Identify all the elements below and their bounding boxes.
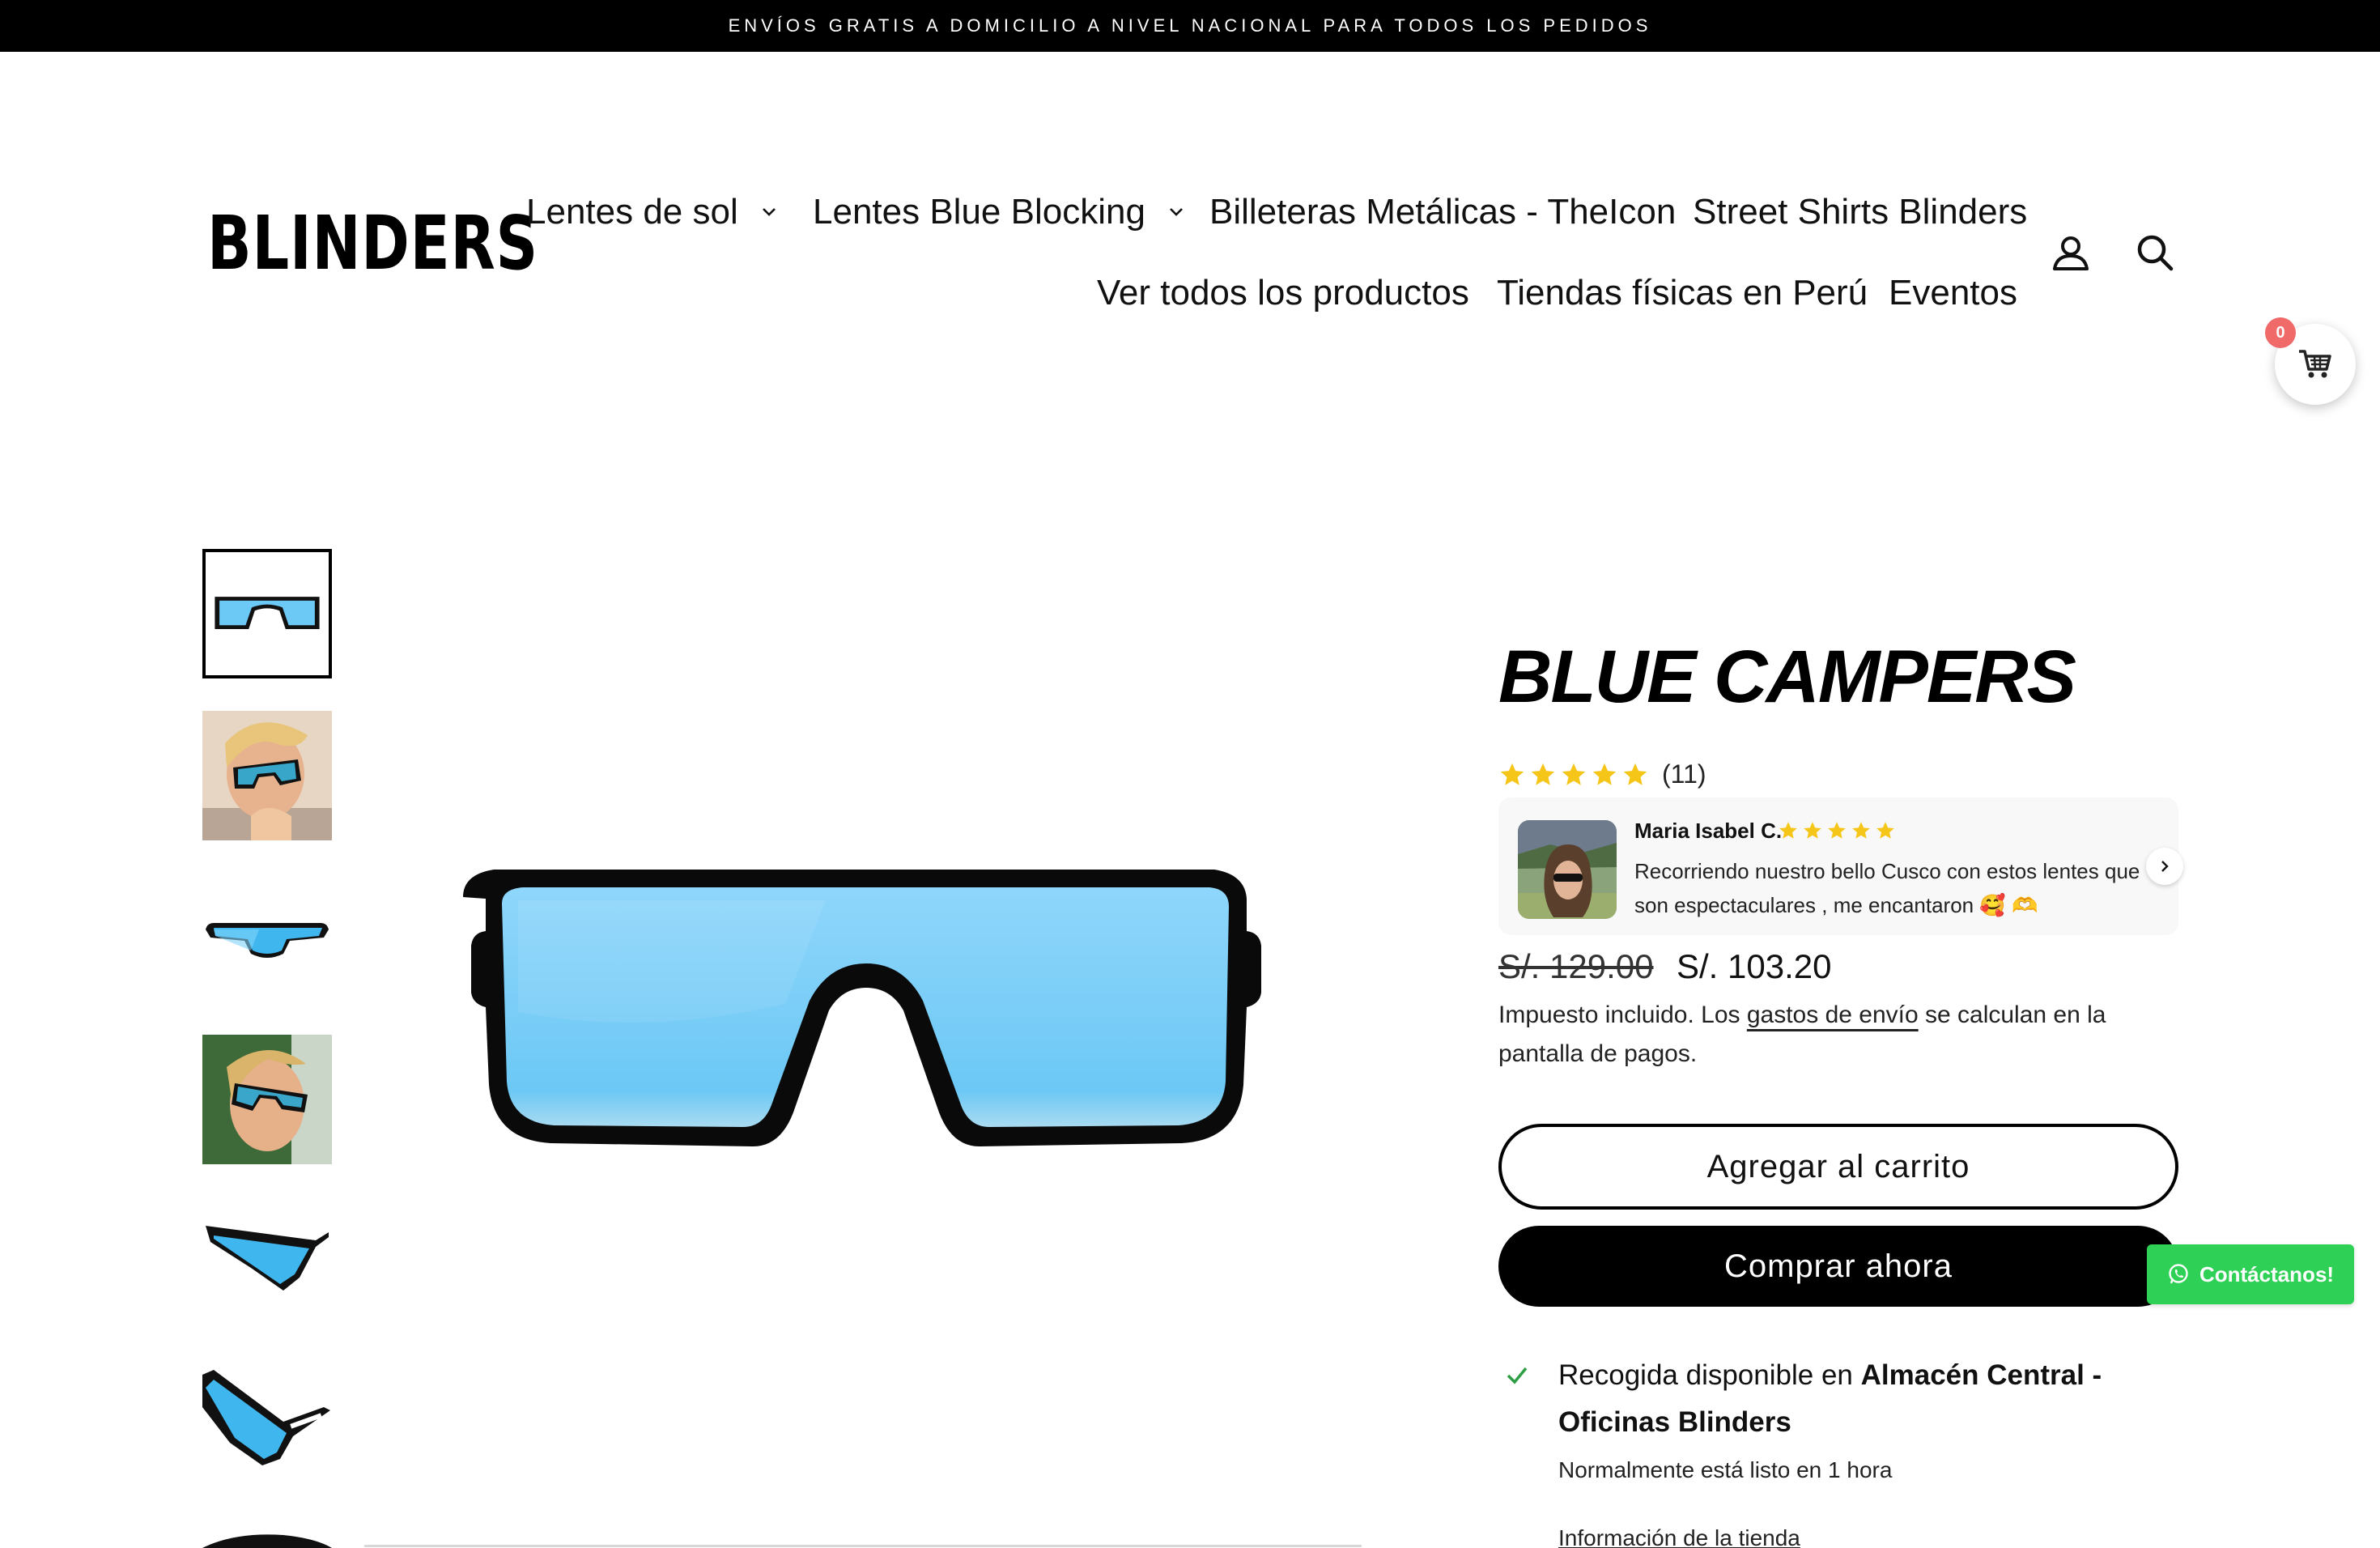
add-to-cart-button[interactable]: Agregar al carrito — [1498, 1124, 2178, 1210]
main-product-image[interactable] — [405, 842, 1328, 1295]
nav-item-street-shirts[interactable]: Street Shirts Blinders — [1693, 194, 2027, 230]
rating-count: (11) — [1662, 759, 1706, 789]
nav-item-label: Eventos — [1889, 273, 2017, 313]
review-stars — [1778, 820, 1896, 841]
nav-item-tiendas-fisicas[interactable]: Tiendas físicas en Perú — [1497, 275, 1868, 311]
thumbnail-model-1[interactable] — [202, 711, 332, 840]
nav-item-billeteras[interactable]: Billeteras Metálicas - TheIcon — [1209, 194, 1676, 230]
nav-item-lentes-de-sol[interactable]: Lentes de sol — [526, 194, 779, 230]
chevron-down-icon — [762, 208, 776, 216]
cart-count-badge: 0 — [2265, 317, 2296, 348]
whatsapp-contact-button[interactable]: Contáctanos! — [2147, 1244, 2354, 1304]
store-info-link[interactable]: Información de la tienda — [1558, 1525, 1800, 1548]
product-title: BLUE CAMPERS — [1498, 636, 2076, 718]
thumbnail-glasses-side-1[interactable] — [202, 1197, 332, 1326]
review-card: Maria Isabel C. Recorriendo nuestro bell… — [1498, 797, 2183, 935]
star-icon — [1779, 822, 1797, 839]
announcement-text: ENVÍOS GRATIS A DOMICILIO A NIVEL NACION… — [728, 15, 1652, 36]
sale-price: S/. 103.20 — [1677, 947, 1832, 985]
tax-note-prefix: Impuesto incluido. Los — [1498, 1002, 1747, 1028]
nav-item-ver-todos[interactable]: Ver todos los productos — [1097, 275, 1469, 311]
star-icon — [1852, 822, 1870, 839]
nav-item-label: Billeteras Metálicas - TheIcon — [1209, 192, 1677, 232]
star-icon — [1828, 822, 1846, 839]
announcement-bar: ENVÍOS GRATIS A DOMICILIO A NIVEL NACION… — [0, 0, 2380, 52]
star-icon — [1876, 822, 1894, 839]
chevron-right-icon — [2161, 861, 2169, 872]
site-logo[interactable]: BLINDERS — [207, 206, 538, 281]
nav-item-eventos[interactable]: Eventos — [1889, 275, 2017, 311]
star-icon — [1592, 763, 1617, 785]
thumbnail-glasses-angle[interactable] — [202, 873, 332, 1002]
nav-item-label: Tiendas físicas en Perú — [1497, 273, 1868, 313]
star-icon — [1531, 763, 1555, 785]
whatsapp-icon — [2169, 1264, 2188, 1284]
star-icon — [1500, 763, 1524, 785]
buy-now-button[interactable]: Comprar ahora — [1498, 1226, 2178, 1307]
thumbnail-glasses-side-2[interactable] — [202, 1359, 332, 1488]
nav-item-label: Lentes Blue Blocking — [813, 192, 1145, 232]
compare-price: S/. 129.00 — [1498, 947, 1654, 985]
pickup-prefix: Recogida disponible en — [1558, 1359, 1861, 1391]
thumbnail-glasses-partial[interactable] — [202, 1520, 332, 1548]
account-icon[interactable] — [2050, 232, 2092, 274]
nav-item-label: Lentes de sol — [526, 192, 738, 232]
search-icon[interactable] — [2134, 232, 2176, 274]
pickup-time: Normalmente está listo en 1 hora — [1558, 1457, 1893, 1482]
contact-label: Contáctanos! — [2199, 1261, 2335, 1286]
cart-icon — [2299, 350, 2331, 378]
nav-item-lentes-blue-blocking[interactable]: Lentes Blue Blocking — [813, 194, 1186, 230]
product-rating[interactable]: (11) — [1498, 759, 1706, 789]
nav-item-label: Ver todos los productos — [1097, 273, 1469, 313]
reviewer-avatar — [1518, 820, 1617, 919]
pickup-availability: Recogida disponible en Almacén Central -… — [1558, 1352, 2141, 1446]
floating-cart-button[interactable]: 0 — [2265, 317, 2356, 405]
thumbnail-model-2[interactable] — [202, 1035, 332, 1164]
image-slider-track — [364, 1545, 1362, 1547]
star-icon — [1804, 822, 1821, 839]
thumbnail-glasses-front[interactable] — [202, 549, 332, 678]
reviewer-name: Maria Isabel C. — [1634, 819, 1783, 843]
nav-item-label: Street Shirts Blinders — [1693, 192, 2028, 232]
shipping-policy-link[interactable]: gastos de envío — [1747, 1002, 1919, 1028]
check-icon — [1507, 1367, 1528, 1384]
review-text: Recorriendo nuestro bello Cusco con esto… — [1634, 859, 2140, 917]
chevron-down-icon — [1170, 208, 1183, 216]
review-next-button[interactable] — [2146, 848, 2183, 885]
star-icon — [1623, 763, 1647, 785]
tax-note: Impuesto incluido. Los gastos de envío s… — [1498, 996, 2162, 1074]
star-icon — [1562, 763, 1586, 785]
